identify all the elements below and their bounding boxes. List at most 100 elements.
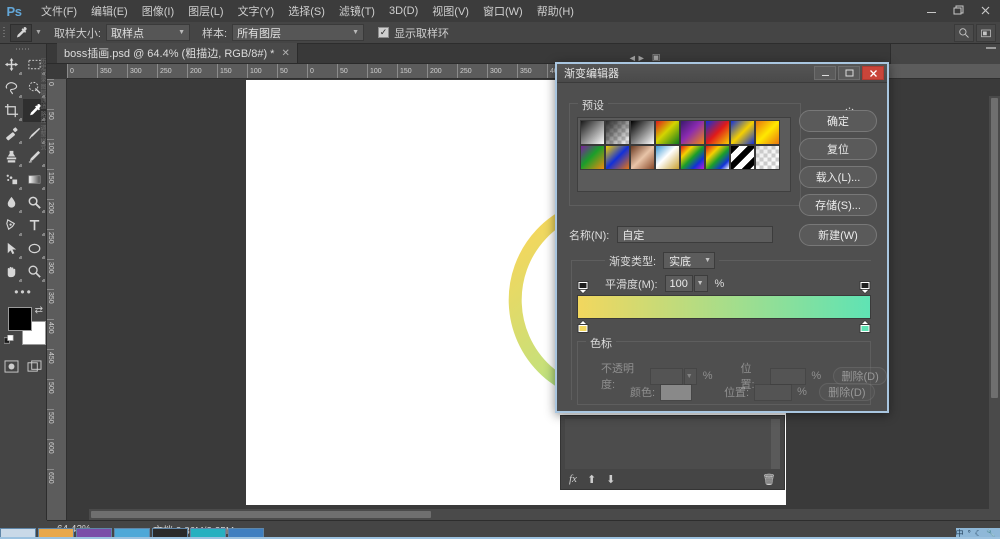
preset-swatch-violet-orange[interactable] xyxy=(680,120,705,145)
scrollbar-thumb[interactable] xyxy=(991,98,998,398)
menu-window[interactable]: 窗口(W) xyxy=(476,0,530,22)
gradient-type-select[interactable]: 实底 ▼ xyxy=(663,252,715,269)
preset-swatch-yellow-blue-orange[interactable] xyxy=(605,145,630,170)
layers-scrollbar[interactable] xyxy=(771,419,780,469)
show-sampling-ring-checkbox[interactable]: ✓ 显示取样环 xyxy=(378,25,449,41)
eyedropper-icon[interactable] xyxy=(10,24,32,42)
canvas-horizontal-scrollbar[interactable] xyxy=(89,509,1000,520)
options-bar-right-icons xyxy=(954,24,996,42)
close-icon[interactable] xyxy=(972,2,998,19)
lasso-tool[interactable] xyxy=(0,76,23,99)
move-tool[interactable] xyxy=(0,53,23,76)
close-icon[interactable] xyxy=(862,66,884,80)
preset-swatch-orange-yellow-orange[interactable] xyxy=(755,120,780,145)
menu-image[interactable]: 图像(I) xyxy=(135,0,181,22)
hand-tool[interactable] xyxy=(0,260,23,283)
arrow-up-icon[interactable]: ⬆ xyxy=(587,473,596,486)
canvas-backdrop xyxy=(68,80,246,520)
stamp-tool[interactable] xyxy=(0,145,23,168)
default-colors-icon[interactable] xyxy=(4,335,15,349)
preset-swatch-spectrum[interactable] xyxy=(680,145,705,170)
name-input[interactable]: 自定 xyxy=(617,226,773,243)
menu-view[interactable]: 视图(V) xyxy=(425,0,476,22)
quick-mask-icon[interactable] xyxy=(0,355,23,377)
scrollbar-thumb[interactable] xyxy=(91,511,431,518)
color-swatch-button[interactable] xyxy=(660,384,692,401)
presets-swatch-box[interactable] xyxy=(577,117,791,192)
layers-list[interactable] xyxy=(565,419,780,469)
healing-brush-tool[interactable] xyxy=(0,122,23,145)
tools-panel-grip[interactable] xyxy=(0,44,46,53)
search-icon[interactable] xyxy=(954,24,974,42)
preset-swatch-blue-red-yellow[interactable] xyxy=(705,120,730,145)
preset-swatch-fill xyxy=(756,146,779,169)
menu-bar: 文件(F) 编辑(E) 图像(I) 图层(L) 文字(Y) 选择(S) 滤镜(T… xyxy=(34,0,581,22)
menu-help[interactable]: 帮助(H) xyxy=(530,0,581,22)
menu-select[interactable]: 选择(S) xyxy=(281,0,332,22)
ruler-tick: 0 xyxy=(67,64,97,79)
preset-swatch-foreground-to-background[interactable] xyxy=(580,120,605,145)
foreground-color-swatch[interactable] xyxy=(8,307,32,331)
reset-button[interactable]: 复位 xyxy=(799,138,877,160)
maximize-icon[interactable] xyxy=(838,66,860,80)
dialog-title-bar[interactable]: 渐变编辑器 xyxy=(557,64,887,83)
workspace-icon[interactable] xyxy=(976,24,996,42)
vertical-ruler[interactable]: 050100150200250300350400450500550600650 xyxy=(47,79,67,520)
trash-icon[interactable]: 🗑 xyxy=(762,473,776,486)
arrow-down-icon[interactable]: ⬇ xyxy=(606,473,615,486)
sample-label: 样本: xyxy=(202,25,227,41)
preset-swatch-transparent-rainbow[interactable] xyxy=(705,145,730,170)
ok-button[interactable]: 确定 xyxy=(799,110,877,132)
preset-swatch-copper[interactable] xyxy=(630,145,655,170)
color-stop-left[interactable] xyxy=(578,320,589,333)
minimize-icon[interactable] xyxy=(814,66,836,80)
minimize-icon[interactable] xyxy=(918,2,944,19)
preset-swatch-violet-green-orange[interactable] xyxy=(580,145,605,170)
preset-swatch-neutral-density[interactable] xyxy=(755,145,780,170)
canvas-vertical-scrollbar[interactable] xyxy=(989,96,1000,520)
eraser-tool[interactable] xyxy=(0,168,23,191)
close-icon[interactable]: ✕ xyxy=(281,48,289,59)
options-bar-grip[interactable] xyxy=(0,22,7,44)
menu-type[interactable]: 文字(Y) xyxy=(231,0,282,22)
gradient-bar[interactable] xyxy=(577,295,871,319)
preset-swatch-foreground-to-transparent[interactable] xyxy=(605,120,630,145)
position-input-1[interactable] xyxy=(770,368,807,385)
delete-color-stop-button[interactable]: 删除(D) xyxy=(819,383,875,401)
restore-icon[interactable] xyxy=(945,2,971,19)
panel-menu-icon[interactable] xyxy=(986,47,996,56)
save-button[interactable]: 存储(S)... xyxy=(799,194,877,216)
menu-file[interactable]: 文件(F) xyxy=(34,0,84,22)
stop-opacity-input[interactable] xyxy=(650,368,683,385)
opacity-stop-left[interactable] xyxy=(578,281,589,294)
position-input-2[interactable] xyxy=(754,384,792,401)
crop-tool[interactable] xyxy=(0,99,23,122)
preset-swatch-black-white[interactable] xyxy=(630,120,655,145)
blur-tool[interactable] xyxy=(0,191,23,214)
stop-opacity-stepper[interactable]: ▼ xyxy=(684,368,697,385)
menu-layer[interactable]: 图层(L) xyxy=(181,0,230,22)
preset-swatch-red-green[interactable] xyxy=(655,120,680,145)
tool-preset-caret-icon[interactable]: ▼ xyxy=(35,29,42,36)
preset-swatch-blue-yellow-blue[interactable] xyxy=(730,120,755,145)
arrange-icon[interactable]: ◄► xyxy=(628,53,646,63)
ruler-tick: 300 xyxy=(487,64,517,79)
menu-3d[interactable]: 3D(D) xyxy=(382,2,425,20)
pen-tool[interactable] xyxy=(0,214,23,237)
new-button[interactable]: 新建(W) xyxy=(799,224,877,246)
ruler-tick: 300 xyxy=(127,64,157,79)
menu-filter[interactable]: 滤镜(T) xyxy=(332,0,382,22)
color-stop-right[interactable] xyxy=(860,320,871,333)
opacity-stop-right[interactable] xyxy=(860,281,871,294)
fx-icon[interactable]: fx xyxy=(569,473,577,485)
path-selection-tool[interactable] xyxy=(0,237,23,260)
sample-size-select[interactable]: 取样点 ▼ xyxy=(106,24,190,41)
load-button[interactable]: 载入(L)... xyxy=(799,166,877,188)
preset-swatch-transparent-stripes[interactable] xyxy=(730,145,755,170)
sample-select[interactable]: 所有图层 ▼ xyxy=(232,24,364,41)
title-bar: Ps 文件(F) 编辑(E) 图像(I) 图层(L) 文字(Y) 选择(S) 滤… xyxy=(0,0,1000,22)
menu-edit[interactable]: 编辑(E) xyxy=(84,0,135,22)
ruler-tick: 0 xyxy=(47,79,54,109)
preset-swatch-chrome[interactable] xyxy=(655,145,680,170)
document-tab[interactable]: boss插画.psd @ 64.4% (粗描边, RGB/8#) * ✕ xyxy=(57,43,298,63)
